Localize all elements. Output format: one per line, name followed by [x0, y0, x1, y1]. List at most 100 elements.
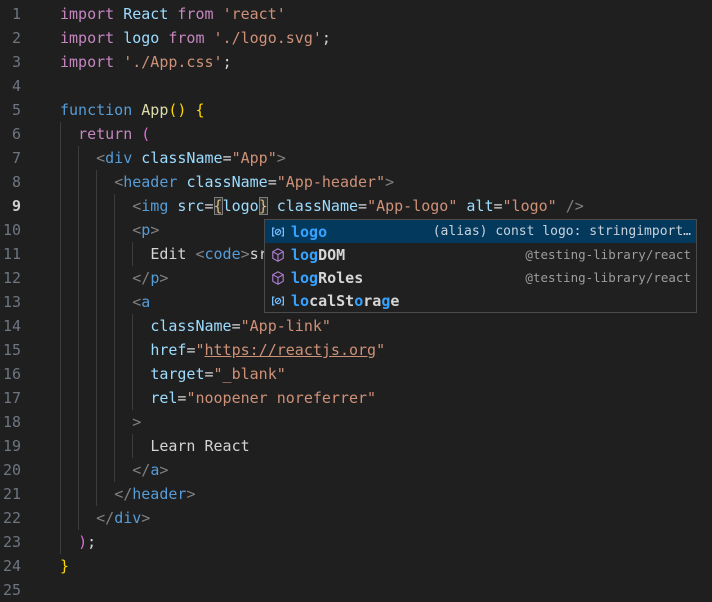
line-number: 21: [3, 482, 21, 506]
code-token: https://reactjs.org: [205, 341, 377, 359]
code-line-content: <div className="App">: [60, 146, 286, 170]
code-token: >: [186, 485, 195, 503]
code-token: </: [96, 509, 114, 527]
matched-bracket: {: [214, 197, 223, 215]
code-token: [60, 125, 78, 143]
code-token: img: [141, 197, 168, 215]
code-token: ;: [223, 53, 232, 71]
code-line[interactable]: 19 Learn React: [0, 434, 712, 458]
code-line[interactable]: 22 </div>: [0, 506, 712, 530]
code-token: target: [150, 365, 204, 383]
code-line-content: import logo from './logo.svg';: [60, 26, 331, 50]
code-token: =: [223, 149, 232, 167]
code-token: <: [195, 245, 204, 263]
code-line[interactable]: 2 import logo from './logo.svg';: [0, 26, 712, 50]
code-line-content: rel="noopener noreferrer": [60, 386, 376, 410]
code-line[interactable]: 15 href="https://reactjs.org": [0, 338, 712, 362]
code-line-content: import './App.css';: [60, 50, 232, 74]
suggestion-label: logo: [291, 223, 327, 241]
code-token: >: [277, 149, 286, 167]
line-number: 18: [3, 410, 21, 434]
code-token: <: [132, 197, 141, 215]
code-token: className: [141, 149, 222, 167]
code-token: "logo": [503, 197, 557, 215]
method-icon: [270, 247, 286, 263]
code-token: =: [205, 365, 214, 383]
variable-icon: [270, 293, 286, 309]
code-line-content: >: [60, 410, 141, 434]
code-line[interactable]: 16 target="_blank": [0, 362, 712, 386]
code-token: <: [114, 173, 123, 191]
code-token: './App.css': [123, 53, 222, 71]
code-line-content: <img src={logo} className="App-logo" alt…: [60, 194, 584, 218]
code-token: App: [141, 101, 168, 119]
code-line[interactable]: 25: [0, 578, 712, 602]
code-line-content: <p>: [60, 218, 159, 242]
suggestion-item-selected[interactable]: logo(alias) const logo: stringimport…: [265, 220, 696, 243]
code-line-content: className="App-link": [60, 314, 331, 338]
suggestion-detail: @testing-library/react: [515, 270, 691, 285]
code-line[interactable]: 8 <header className="App-header">: [0, 170, 712, 194]
code-token: </: [132, 461, 150, 479]
code-token: [205, 29, 214, 47]
code-token: />: [566, 197, 584, 215]
code-line[interactable]: 23 );: [0, 530, 712, 554]
suggestion-label: logRoles: [291, 269, 363, 287]
code-line[interactable]: 21 </header>: [0, 482, 712, 506]
intellisense-popup[interactable]: logo(alias) const logo: stringimport…log…: [264, 219, 697, 313]
code-token: [60, 533, 78, 551]
code-line[interactable]: 18 >: [0, 410, 712, 434]
line-number: 13: [3, 290, 21, 314]
code-token: React: [123, 5, 168, 23]
code-token: {: [195, 101, 204, 119]
code-line-content: href="https://reactjs.org": [60, 338, 385, 362]
code-token: src: [177, 197, 204, 215]
code-line-content: function App() {: [60, 98, 205, 122]
code-line[interactable]: 4: [0, 74, 712, 98]
code-line[interactable]: 3 import './App.css';: [0, 50, 712, 74]
code-token: <: [132, 293, 141, 311]
suggestion-label: logDOM: [291, 246, 345, 264]
code-line[interactable]: 1import React from 'react': [0, 2, 712, 26]
code-token: >: [385, 173, 394, 191]
code-token: from: [177, 5, 213, 23]
code-line[interactable]: 9 <img src={logo} className="App-logo" a…: [0, 194, 712, 218]
code-token: 'react': [223, 5, 286, 23]
code-token: [114, 29, 123, 47]
line-number: 1: [3, 2, 21, 26]
code-line[interactable]: 6 return (: [0, 122, 712, 146]
code-line[interactable]: 20 </a>: [0, 458, 712, 482]
code-token: =: [205, 197, 214, 215]
code-token: import: [60, 29, 114, 47]
code-token: [268, 197, 277, 215]
code-line[interactable]: 17 rel="noopener noreferrer": [0, 386, 712, 410]
code-line[interactable]: 14 className="App-link": [0, 314, 712, 338]
code-line[interactable]: 7 <div className="App">: [0, 146, 712, 170]
line-number: 5: [3, 98, 21, 122]
method-icon: [270, 270, 286, 286]
line-number: 2: [3, 26, 21, 50]
line-number: 20: [3, 458, 21, 482]
code-token: Learn React: [150, 437, 249, 455]
code-token: [60, 461, 132, 479]
matched-bracket: }: [259, 197, 268, 215]
code-token: code: [205, 245, 241, 263]
code-line[interactable]: 24}: [0, 554, 712, 578]
code-token: [60, 485, 114, 503]
suggestion-item[interactable]: logDOM@testing-library/react: [265, 243, 696, 266]
code-token: >: [132, 413, 141, 431]
code-line[interactable]: 5 function App() {: [0, 98, 712, 122]
line-number: 16: [3, 362, 21, 386]
line-number: 3: [3, 50, 21, 74]
code-token: "App-header": [277, 173, 385, 191]
suggestion-item[interactable]: logRoles @testing-library/react: [265, 266, 696, 289]
code-token: "App": [232, 149, 277, 167]
code-token: [60, 293, 132, 311]
code-token: Edit: [150, 245, 195, 263]
code-line-content: }: [60, 554, 69, 578]
code-token: >: [159, 269, 168, 287]
code-token: >: [141, 509, 150, 527]
code-token: [60, 149, 96, 167]
suggestion-item[interactable]: localStorage: [265, 289, 696, 312]
code-token: ;: [322, 29, 331, 47]
